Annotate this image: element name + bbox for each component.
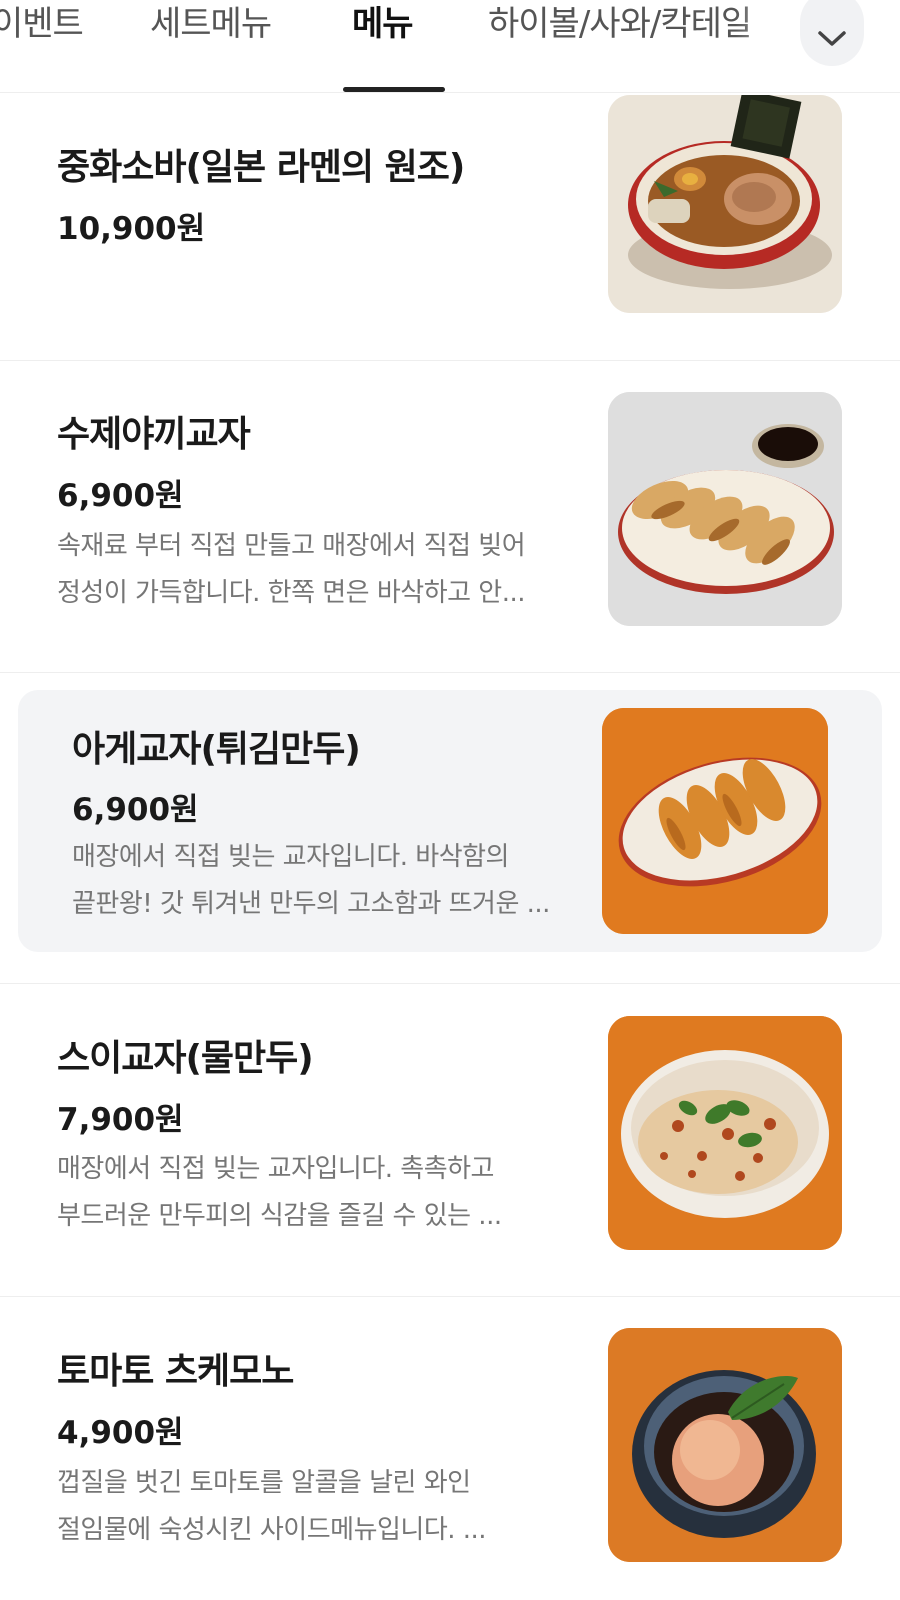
menu-item-name: 스이교자(물만두) (57, 1038, 314, 1079)
menu-item-name: 중화소바(일본 라멘의 원조) (57, 147, 465, 188)
item-divider (0, 983, 900, 984)
more-tabs-button[interactable] (800, 0, 864, 66)
menu-item-name: 토마토 츠케모노 (57, 1351, 294, 1392)
age-gyoza-photo (602, 708, 828, 934)
tab-event[interactable]: 이벤트 (0, 4, 84, 44)
description-line: 매장에서 직접 빚는 교자입니다. 바삭함의 (72, 842, 509, 872)
item-divider (0, 360, 900, 361)
menu-item-description: 속재료 부터 직접 만들고 매장에서 직접 빚어 정성이 가득합니다. 한쪽 면… (57, 523, 577, 617)
menu-item-price: 10,900원 (57, 211, 206, 247)
tab-highball[interactable]: 하이볼/사와/칵테일 (488, 4, 752, 44)
ramen-photo (608, 95, 842, 313)
yaki-gyoza-photo (608, 392, 842, 626)
menu-item-name: 수제야끼교자 (57, 414, 251, 455)
tab-menu[interactable]: 메뉴 (352, 4, 414, 44)
menu-item-name: 아게교자(튀김만두) (72, 729, 361, 770)
tab-set-menu[interactable]: 세트메뉴 (150, 4, 272, 44)
tab-fade-overlay (735, 0, 805, 80)
category-tab-bar: 이벤트 세트메뉴 메뉴 하이볼/사와/칵테일 (0, 0, 900, 93)
menu-item-price: 7,900원 (57, 1102, 184, 1138)
menu-item-price: 4,900원 (57, 1415, 184, 1451)
menu-item-description: 매장에서 직접 빚는 교자입니다. 바삭함의 끝판왕! 갓 튀겨낸 만두의 고소… (72, 834, 572, 928)
description-line: 절임물에 숙성시킨 사이드메뉴입니다. ... (57, 1515, 487, 1545)
menu-item-description: 매장에서 직접 빚는 교자입니다. 촉촉하고 부드러운 만두피의 식감을 즐길 … (57, 1146, 577, 1240)
sui-gyoza-photo (608, 1016, 842, 1250)
menu-item-price: 6,900원 (72, 792, 199, 828)
description-line: 부드러운 만두피의 식감을 즐길 수 있는 ... (57, 1201, 502, 1231)
menu-item-description: 껍질을 벗긴 토마토를 알콜을 날린 와인 절임물에 숙성시킨 사이드메뉴입니다… (57, 1460, 577, 1554)
description-line: 정성이 가득합니다. 한쪽 면은 바삭하고 안... (57, 578, 526, 608)
description-line: 매장에서 직접 빚는 교자입니다. 촉촉하고 (57, 1154, 494, 1184)
item-divider (0, 1296, 900, 1297)
description-line: 끝판왕! 갓 튀겨낸 만두의 고소함과 뜨거운 ... (72, 889, 550, 919)
item-divider (0, 672, 900, 673)
chevron-down-icon (818, 31, 846, 46)
description-line: 껍질을 벗긴 토마토를 알콜을 날린 와인 (57, 1468, 471, 1498)
active-tab-indicator (343, 87, 445, 92)
menu-item-price: 6,900원 (57, 478, 184, 514)
tomato-tsukemono-photo (608, 1328, 842, 1562)
description-line: 속재료 부터 직접 만들고 매장에서 직접 빚어 (57, 531, 526, 561)
